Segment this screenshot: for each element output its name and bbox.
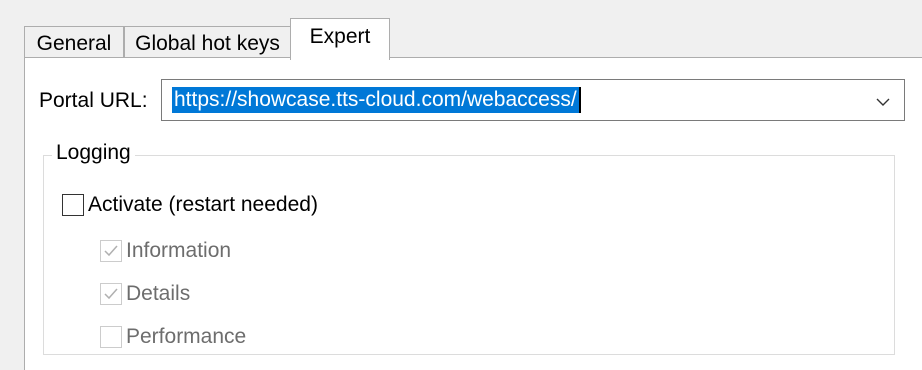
performance-box[interactable] <box>100 326 122 348</box>
portal-url-combobox[interactable]: https://showcase.tts-cloud.com/webaccess… <box>161 79 905 121</box>
checkmark-icon <box>103 287 119 301</box>
details-label: Details <box>126 282 191 305</box>
portal-url-label: Portal URL: <box>39 89 148 112</box>
tab-global-hot-keys[interactable]: Global hot keys <box>124 26 291 60</box>
tab-general[interactable]: General <box>24 26 124 60</box>
information-label: Information <box>126 239 232 262</box>
details-checkbox[interactable]: Details <box>100 282 190 306</box>
portal-url-value: https://showcase.tts-cloud.com/webaccess… <box>172 87 579 113</box>
chevron-down-icon[interactable] <box>876 91 890 106</box>
performance-label: Performance <box>126 325 247 348</box>
activate-logging-label: Activate (restart needed) <box>88 193 318 216</box>
activate-logging-checkbox[interactable]: Activate (restart needed) <box>62 193 318 217</box>
details-box[interactable] <box>100 283 122 305</box>
tab-global-hot-keys-label: Global hot keys <box>135 31 280 55</box>
portal-url-input[interactable]: https://showcase.tts-cloud.com/webaccess… <box>172 87 581 113</box>
activate-logging-box[interactable] <box>62 194 84 216</box>
tab-strip: General Global hot keys Expert <box>24 18 394 60</box>
tab-expert-label: Expert <box>309 24 371 48</box>
logging-group-title: Logging <box>52 141 135 165</box>
text-cursor <box>578 87 581 113</box>
checkmark-icon <box>103 244 119 258</box>
tab-expert[interactable]: Expert <box>290 18 390 60</box>
expert-tab-panel: Portal URL: https://showcase.tts-cloud.c… <box>24 57 922 370</box>
logging-groupbox: Logging Activate (restart needed) Inform… <box>43 141 895 355</box>
performance-checkbox[interactable]: Performance <box>100 325 246 349</box>
information-checkbox[interactable]: Information <box>100 239 231 263</box>
tab-general-label: General <box>36 31 112 55</box>
information-box[interactable] <box>100 240 122 262</box>
